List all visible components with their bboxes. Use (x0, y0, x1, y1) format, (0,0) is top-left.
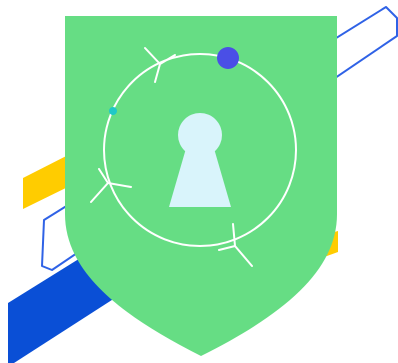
security-illustration (0, 0, 398, 363)
security-illustration-svg (8, 6, 398, 363)
orbit-dot-teal-icon (109, 107, 117, 115)
orbit-dot-blue-icon (217, 47, 239, 69)
